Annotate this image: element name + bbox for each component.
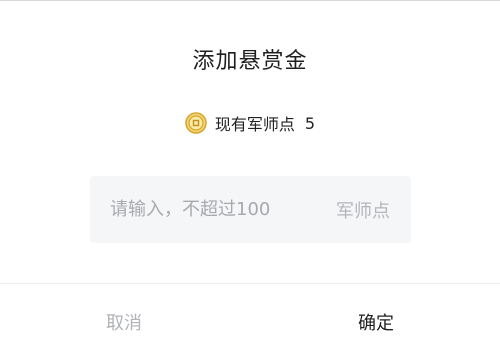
balance-value: 5: [304, 113, 316, 133]
add-bounty-dialog: 添加悬赏金 现有军师点 5 军师点 取消 确定: [0, 0, 500, 359]
cancel-button[interactable]: 取消: [54, 284, 194, 359]
confirm-button[interactable]: 确定: [306, 284, 446, 359]
bounty-amount-input[interactable]: [110, 199, 336, 220]
balance-row: 现有军师点 5: [0, 111, 500, 135]
bounty-input-box: 军师点: [90, 176, 411, 243]
unit-label: 军师点: [336, 200, 390, 222]
coin-icon: [185, 112, 207, 134]
balance-label: 现有军师点: [214, 115, 295, 134]
dialog-title: 添加悬赏金: [192, 49, 308, 74]
